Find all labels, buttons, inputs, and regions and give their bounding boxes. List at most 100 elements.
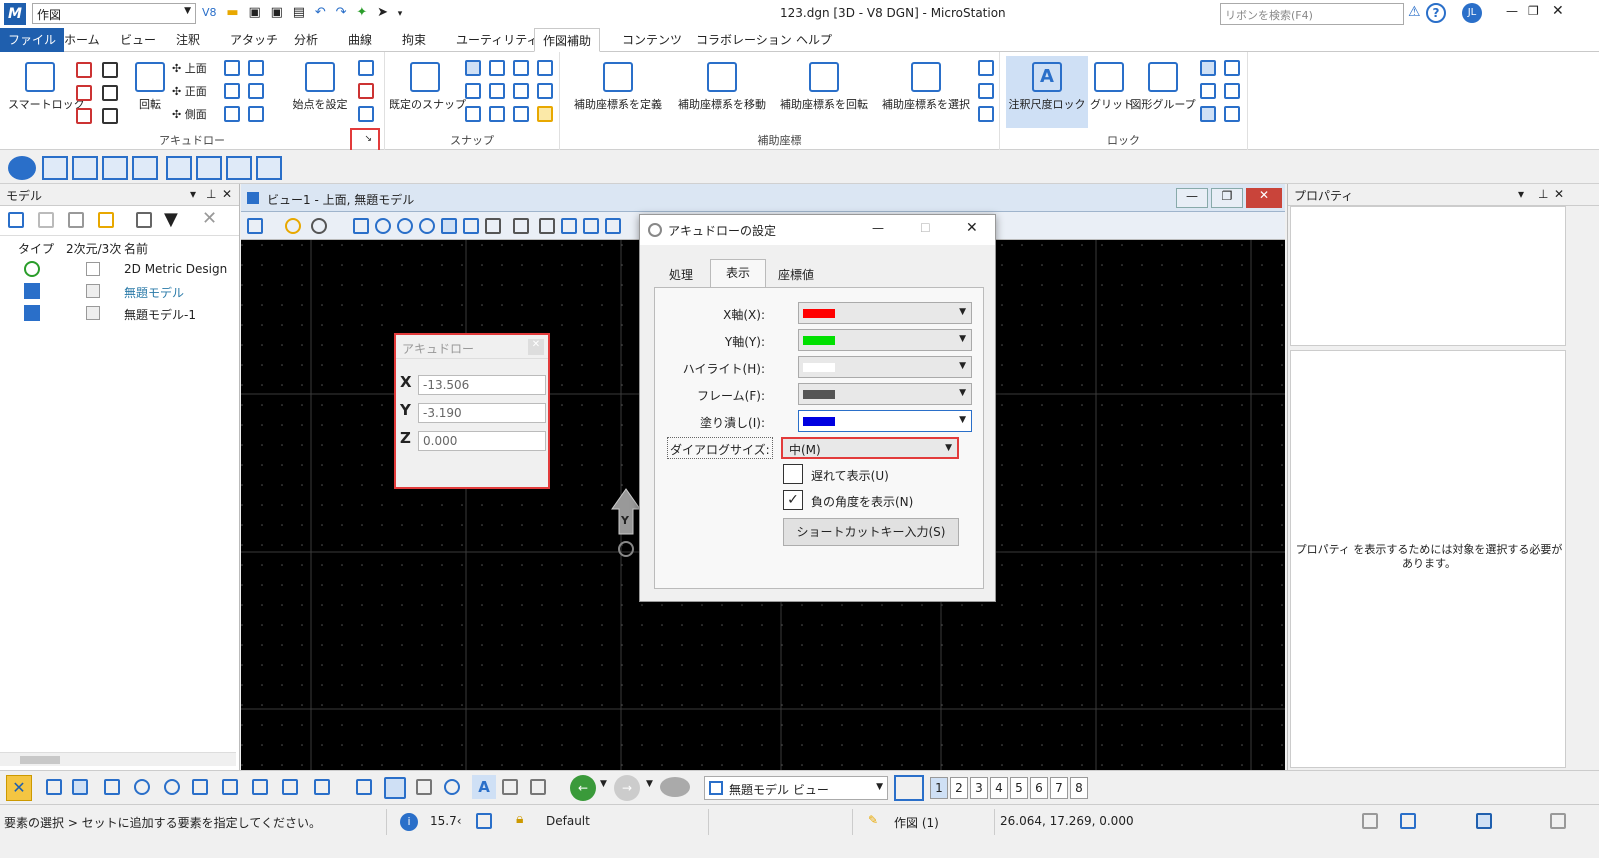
snap-perpendicular-icon[interactable] — [282, 779, 298, 795]
z-field[interactable]: 0.000 — [418, 431, 546, 451]
lighting-icon[interactable] — [311, 218, 327, 234]
snap-intersection-icon[interactable] — [222, 779, 238, 795]
pin-icon[interactable]: ✦ — [356, 5, 367, 20]
view-3-button[interactable]: 3 — [970, 777, 988, 799]
undo-icon[interactable]: ↶ — [315, 5, 326, 20]
accudraw-tool-icon[interactable] — [224, 83, 240, 99]
tab-collaboration[interactable]: コラボレーション — [688, 28, 800, 52]
fit-view-icon[interactable] — [441, 218, 457, 234]
y-field[interactable]: -3.190 — [418, 403, 546, 423]
update-view-icon[interactable] — [353, 218, 369, 234]
lock-icon[interactable] — [102, 62, 118, 78]
close-icon[interactable]: ✕ — [1554, 187, 1564, 201]
tab-file[interactable]: ファイル — [0, 28, 65, 52]
accudraw-lock-icon[interactable] — [384, 777, 406, 799]
snap-mode-icon[interactable] — [489, 106, 505, 122]
lock-tool-icon[interactable] — [1200, 83, 1216, 99]
dialog-launcher-highlight[interactable]: ↘ — [350, 128, 380, 152]
list-item[interactable]: 無題モデル — [0, 280, 239, 302]
snap-mode-icon[interactable] — [513, 60, 529, 76]
accudraw-tool-icon[interactable] — [358, 60, 374, 76]
set-origin-button[interactable]: 始点を設定 — [288, 62, 352, 112]
previous-view-icon[interactable] — [583, 218, 599, 234]
tab-content[interactable]: コンテンツ — [614, 28, 690, 52]
view-cube-icon[interactable] — [72, 156, 98, 180]
annotation-scale-lock-button[interactable]: A 注釈尺度ロック — [1006, 56, 1088, 128]
view-attributes-icon[interactable] — [247, 218, 263, 234]
snap-origin-icon[interactable] — [164, 779, 180, 795]
vertical-scrollbar[interactable] — [1570, 206, 1582, 766]
message-center-icon[interactable] — [1550, 813, 1566, 829]
snap-mode-icon[interactable] — [465, 106, 481, 122]
display-style-icon[interactable] — [285, 218, 301, 234]
y-axis-color-combo[interactable]: ▼ — [798, 329, 972, 351]
workflow-combo[interactable]: 作図 ▼ — [32, 3, 196, 24]
lock-icon[interactable]: 🔒︎ — [516, 811, 523, 827]
select-icon[interactable] — [136, 212, 152, 228]
highlight-color-combo[interactable]: ▼ — [798, 356, 972, 378]
graphic-group-lock-button[interactable]: 図形グループ — [1130, 62, 1196, 112]
settings-icon[interactable] — [1400, 813, 1416, 829]
list-item[interactable]: 無題モデル-1 — [0, 302, 239, 324]
view-cube-icon[interactable] — [102, 156, 128, 180]
snap-mode-icon[interactable] — [476, 813, 492, 829]
next-view-icon[interactable] — [605, 218, 621, 234]
tab-drawing-aids[interactable]: 作図補助 — [534, 28, 601, 52]
snap-mode-icon[interactable] — [513, 83, 529, 99]
isometric-lock-icon[interactable] — [530, 779, 546, 795]
accudraw-window[interactable]: アキュドロー ✕ X -13.506 Y -3.190 Z 0.000 — [394, 333, 550, 489]
x-axis-color-combo[interactable]: ▼ — [798, 302, 972, 324]
grid-lock-button[interactable]: グリッド — [1090, 62, 1134, 112]
rotate-view-icon[interactable] — [463, 218, 479, 234]
save-as-icon[interactable]: ▣ — [271, 5, 283, 20]
close-icon[interactable]: ✕ — [1552, 3, 1564, 19]
lock-tool-icon[interactable] — [1224, 106, 1240, 122]
microstation-logo[interactable]: M — [4, 3, 26, 25]
lock-tool-icon[interactable] — [1200, 60, 1216, 76]
help-icon[interactable]: ? — [1426, 3, 1446, 23]
close-icon[interactable]: ✕ — [222, 187, 232, 201]
tab-view[interactable]: ビュー — [112, 28, 164, 52]
snap-bisector-icon[interactable] — [192, 779, 208, 795]
scroll-thumb[interactable] — [20, 756, 60, 764]
view-cube-icon[interactable] — [226, 156, 252, 180]
accudraw-tool-icon[interactable] — [358, 106, 374, 122]
tab-analyze[interactable]: 分析 — [286, 28, 326, 52]
annotation-scale-lock-icon[interactable]: A — [472, 775, 496, 799]
snap-mode-icon[interactable] — [489, 83, 505, 99]
frame-color-combo[interactable]: ▼ — [798, 383, 972, 405]
import-icon[interactable] — [98, 212, 114, 228]
new-model-icon[interactable] — [8, 212, 24, 228]
view-windows-icon[interactable] — [894, 775, 924, 801]
snap-mode-icon[interactable] — [465, 60, 481, 76]
graphic-group-lock-icon[interactable] — [444, 779, 460, 795]
open-icon[interactable]: ▬ — [226, 5, 238, 20]
info-icon[interactable]: i — [400, 813, 418, 831]
accudraw-tool-icon[interactable] — [248, 60, 264, 76]
shortcut-key-button[interactable]: ショートカットキー入力(S) — [783, 518, 959, 546]
accudraw-tool-icon[interactable] — [224, 106, 240, 122]
snap-mode-icon[interactable] — [489, 60, 505, 76]
view-cube-icon[interactable] — [166, 156, 192, 180]
zoom-in-icon[interactable] — [375, 218, 391, 234]
front-view-button[interactable]: ✣ 正面 — [172, 83, 207, 99]
pointer-icon[interactable]: ➤ — [377, 5, 388, 20]
snap-tangent-icon[interactable] — [252, 779, 268, 795]
column-dimension[interactable]: 2次元/3次 — [66, 240, 121, 257]
tab-home[interactable]: ホーム — [56, 28, 108, 52]
lock-icon[interactable] — [76, 85, 92, 101]
accudraw-tool-icon[interactable] — [224, 60, 240, 76]
acs-tool-icon[interactable] — [978, 106, 994, 122]
view-cube-icon[interactable] — [132, 156, 158, 180]
rotate-button[interactable]: 回転 — [130, 62, 170, 112]
save-icon[interactable]: ▣ — [248, 5, 260, 20]
select-acs-button[interactable]: 補助座標系を選択 — [876, 62, 976, 112]
chevron-down-icon[interactable]: ▼ — [600, 779, 607, 789]
lock-icon[interactable] — [102, 108, 118, 124]
close-icon[interactable]: ✕ — [528, 339, 544, 355]
walk-icon[interactable] — [513, 218, 529, 234]
copy-model-icon[interactable] — [38, 212, 54, 228]
customize-qat-icon[interactable]: ▾ — [398, 9, 403, 19]
chevron-down-icon[interactable]: ▾ — [1518, 187, 1524, 201]
snap-mode-icon[interactable] — [537, 83, 553, 99]
